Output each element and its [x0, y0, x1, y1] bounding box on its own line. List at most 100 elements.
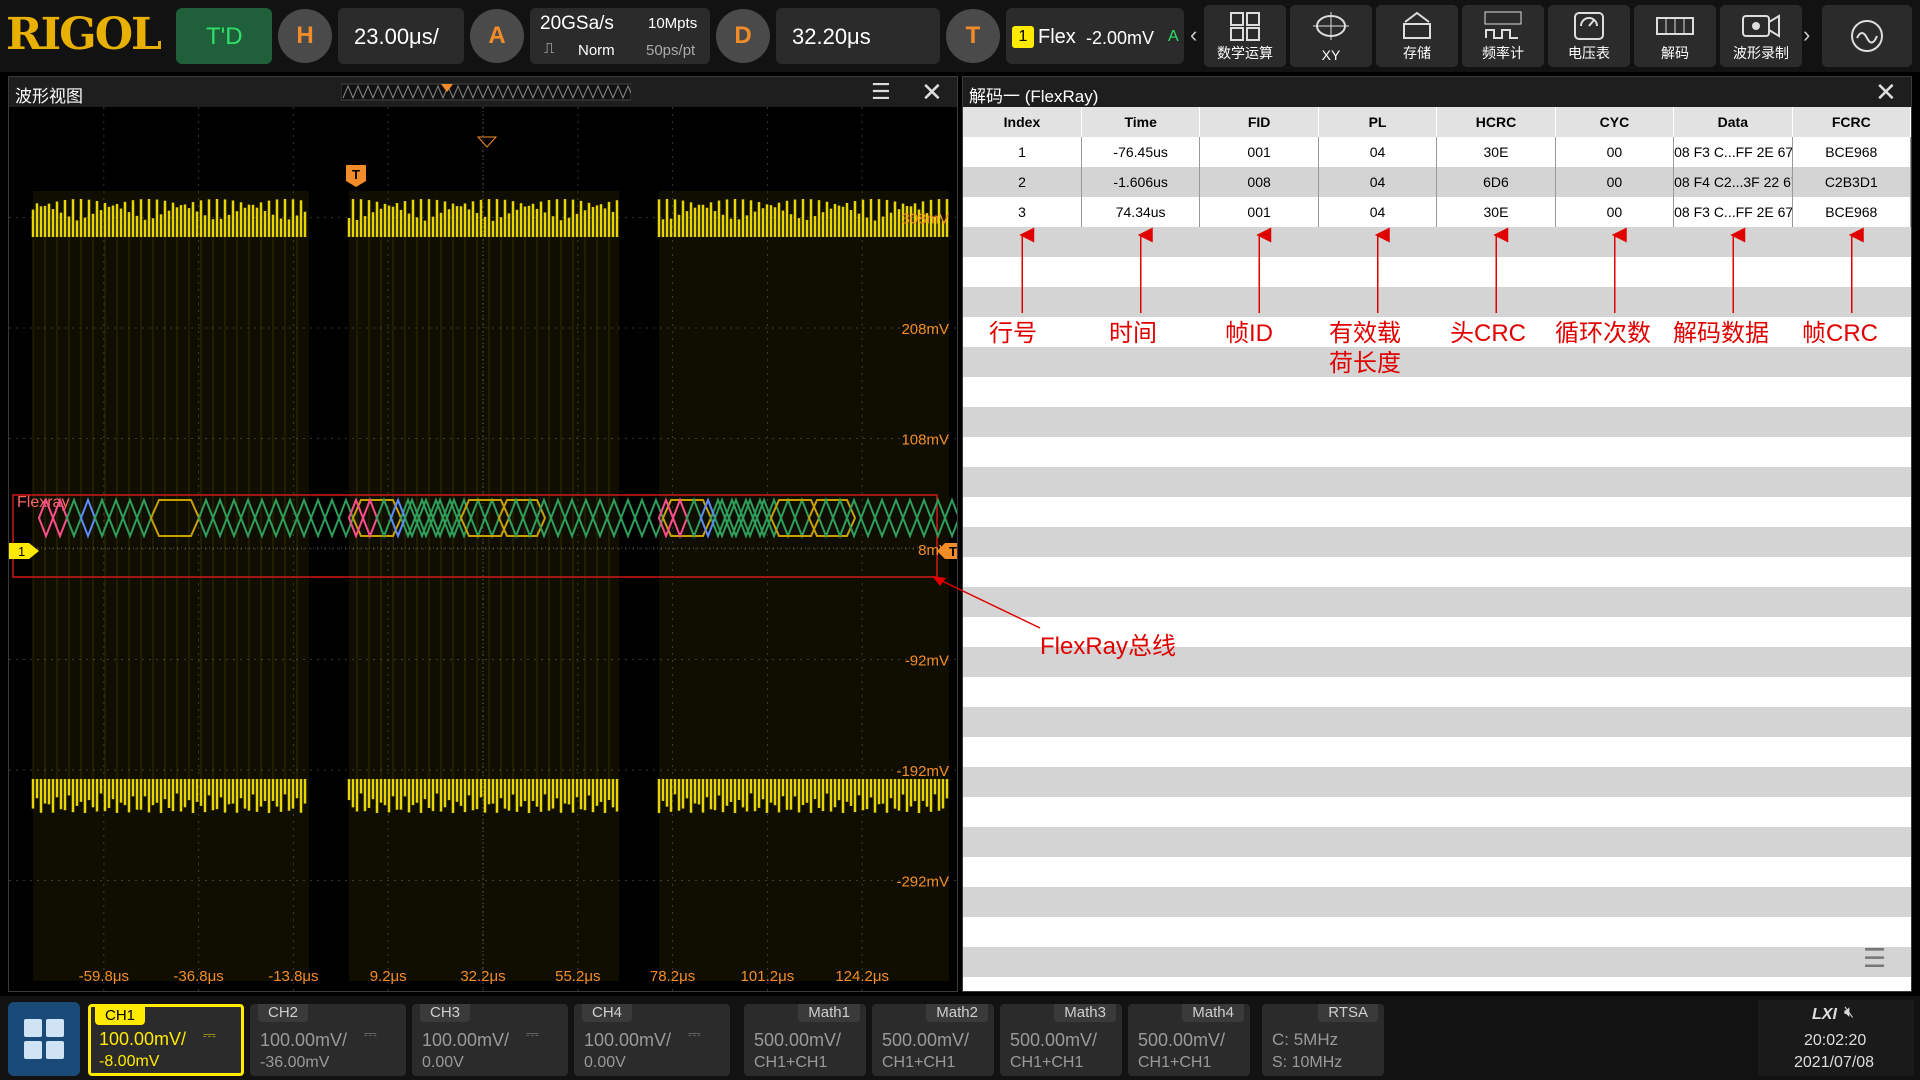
- tool-voltmeter-button[interactable]: 电压表: [1548, 5, 1630, 67]
- horizontal-badge[interactable]: H: [278, 9, 332, 63]
- annotation-cycle-count: 循环次数: [1555, 320, 1651, 347]
- ch2-scale: 100.00mV/: [260, 1030, 348, 1050]
- cell-index: 1: [963, 137, 1082, 167]
- cell-cyc: 00: [1555, 137, 1675, 167]
- waveform-view-header: 波形视图 ☰ ✕: [9, 77, 957, 107]
- col-pl[interactable]: PL: [1318, 107, 1438, 137]
- waveform-view-panel: 波形视图 ☰ ✕ Flexray 308mV 208mV 108mV 8mV -92mV…: [8, 76, 958, 992]
- empty-row: [963, 527, 1911, 557]
- waveform-display[interactable]: Flexray 308mV208mV108mV8mV-92mV-192mV-29…: [9, 107, 957, 991]
- empty-row: [963, 797, 1911, 827]
- tool-xy-label: XY: [1321, 47, 1341, 63]
- math2-settings[interactable]: Math2 500.00mV/ CH1+CH1: [872, 1004, 994, 1076]
- col-time[interactable]: Time: [1081, 107, 1201, 137]
- voltmeter-icon: [1574, 12, 1604, 40]
- math3-label: Math3: [1054, 1004, 1116, 1022]
- col-index[interactable]: Index: [963, 107, 1082, 137]
- ch1-scale: 100.00mV/: [99, 1029, 187, 1049]
- rigol-logo: RIGOL: [6, 9, 162, 60]
- tool-storage-button[interactable]: 存储: [1376, 5, 1458, 67]
- cell-fcrc: BCE968: [1792, 137, 1912, 167]
- cell-fid: 008: [1199, 167, 1319, 197]
- trigger-settings-button[interactable]: 1 Flex -2.00mV A: [1006, 8, 1184, 64]
- tool-record-label: 波形录制: [1733, 45, 1789, 61]
- ch3-settings[interactable]: CH3 100.00mV/ 0.00V ⎓: [412, 1004, 568, 1076]
- cell-time: -76.45us: [1081, 137, 1201, 167]
- delay-button[interactable]: 32.20μs: [776, 8, 940, 64]
- tool-decode-button[interactable]: 解码: [1634, 5, 1716, 67]
- annotation-header-crc: 头CRC: [1450, 320, 1526, 347]
- horizontal-scale-button[interactable]: 23.00μs/: [338, 8, 464, 64]
- tool-counter-button[interactable]: 频率计: [1462, 5, 1544, 67]
- cell-fid: 001: [1199, 197, 1319, 227]
- ch2-label: CH2: [258, 1004, 309, 1022]
- tool-voltmeter-label: 电压表: [1568, 45, 1610, 61]
- table-row[interactable]: 1 -76.45us 001 04 30E 00 08 F3 C...FF 2E…: [963, 137, 1912, 167]
- decode-table: Index Time FID PL HCRC CYC Data FCRC 1 -…: [963, 107, 1912, 227]
- mute-icon[interactable]: 🔇︎: [1844, 1004, 1854, 1022]
- trigger-badge[interactable]: T: [946, 9, 1000, 63]
- waveform-menu-icon[interactable]: ☰: [871, 79, 891, 105]
- math1-settings[interactable]: Math1 500.00mV/ CH1+CH1: [744, 1004, 866, 1076]
- ch4-settings[interactable]: CH4 100.00mV/ 0.00V ⎓: [574, 1004, 730, 1076]
- rtsa-settings[interactable]: RTSA C: 5MHz S: 10MHz: [1262, 1004, 1384, 1076]
- empty-row: [963, 737, 1911, 767]
- tool-record-button[interactable]: 波形录制: [1720, 5, 1802, 67]
- ch1-trace: [31, 191, 949, 981]
- tools-next-arrow[interactable]: ›: [1803, 22, 1810, 48]
- delay-marker: [476, 136, 498, 148]
- cell-fcrc: C2B3D1: [1792, 167, 1912, 197]
- table-menu-icon[interactable]: ☰: [1863, 943, 1886, 974]
- rtsa-span: S: 10MHz: [1272, 1054, 1343, 1071]
- run-state-button[interactable]: T'D: [176, 8, 272, 64]
- col-fcrc[interactable]: FCRC: [1792, 107, 1912, 137]
- math1-scale: 500.00mV/: [754, 1030, 842, 1050]
- ch1-coupling-icon: ⎓: [203, 1027, 216, 1044]
- col-fid[interactable]: FID: [1199, 107, 1319, 137]
- system-icon: [1851, 20, 1883, 52]
- home-button[interactable]: [8, 1002, 80, 1076]
- tool-xy-button[interactable]: XY: [1290, 5, 1372, 67]
- decode-close-icon[interactable]: ✕: [1875, 77, 1897, 108]
- decode-table-title: 解码一 (FlexRay): [969, 87, 1099, 106]
- cell-fid: 001: [1199, 137, 1319, 167]
- acquire-mode: Norm: [578, 42, 615, 59]
- status-clock-area[interactable]: LXI 🔇︎ 20:02:20 2021/07/08: [1758, 1000, 1914, 1076]
- annotation-frame-crc: 帧CRC: [1802, 320, 1878, 347]
- x-axis-label: 101.2μs: [741, 968, 795, 985]
- math2-label: Math2: [926, 1004, 988, 1022]
- waveform-close-icon[interactable]: ✕: [921, 77, 943, 108]
- grid-menu-icon: [24, 1019, 64, 1059]
- empty-row: [963, 947, 1911, 977]
- col-data[interactable]: Data: [1673, 107, 1793, 137]
- math4-settings[interactable]: Math4 500.00mV/ CH1+CH1: [1128, 1004, 1250, 1076]
- top-toolbar: RIGOL T'D H 23.00μs/ A 20GSa/s ⎍ Norm 10…: [0, 0, 1920, 72]
- clock-date: 2021/07/08: [1794, 1054, 1875, 1071]
- ch1-settings[interactable]: CH1 100.00mV/ -8.00mV ⎓: [88, 1004, 244, 1076]
- ch2-settings[interactable]: CH2 100.00mV/ -36.00mV ⎓: [250, 1004, 406, 1076]
- col-hcrc[interactable]: HCRC: [1436, 107, 1556, 137]
- empty-row: [963, 707, 1911, 737]
- empty-row: [963, 887, 1911, 917]
- trigger-level-label: T: [949, 544, 957, 559]
- cell-hcrc: 6D6: [1436, 167, 1556, 197]
- tool-math-button[interactable]: 数学运算: [1204, 5, 1286, 67]
- table-row[interactable]: 3 74.34us 001 04 30E 00 08 F3 C...FF 2E …: [963, 197, 1912, 227]
- acquire-badge[interactable]: A: [470, 9, 524, 63]
- annotation-time: 时间: [1109, 320, 1157, 347]
- acquire-settings-button[interactable]: 20GSa/s ⎍ Norm 10Mpts 50ps/pt: [530, 8, 710, 64]
- table-row[interactable]: 2 -1.606us 008 04 6D6 00 08 F4 C2...3F 2…: [963, 167, 1912, 197]
- delay-badge[interactable]: D: [716, 9, 770, 63]
- math3-settings[interactable]: Math3 500.00mV/ CH1+CH1: [1000, 1004, 1122, 1076]
- system-button[interactable]: [1822, 5, 1912, 67]
- math1-label: Math1: [798, 1004, 860, 1022]
- ch4-label: CH4: [582, 1004, 633, 1022]
- col-cyc[interactable]: CYC: [1555, 107, 1675, 137]
- counter-icon: [1484, 11, 1522, 39]
- ch2-coupling-icon: ⎓: [364, 1026, 377, 1043]
- tools-prev-arrow[interactable]: ‹: [1190, 22, 1197, 48]
- waveform-overview-strip[interactable]: [341, 82, 631, 102]
- annotation-payload-length: 有效载 荷长度: [1329, 320, 1401, 377]
- cell-data: 08 F3 C...FF 2E 67: [1673, 137, 1793, 167]
- ch1-label: CH1: [95, 1007, 146, 1025]
